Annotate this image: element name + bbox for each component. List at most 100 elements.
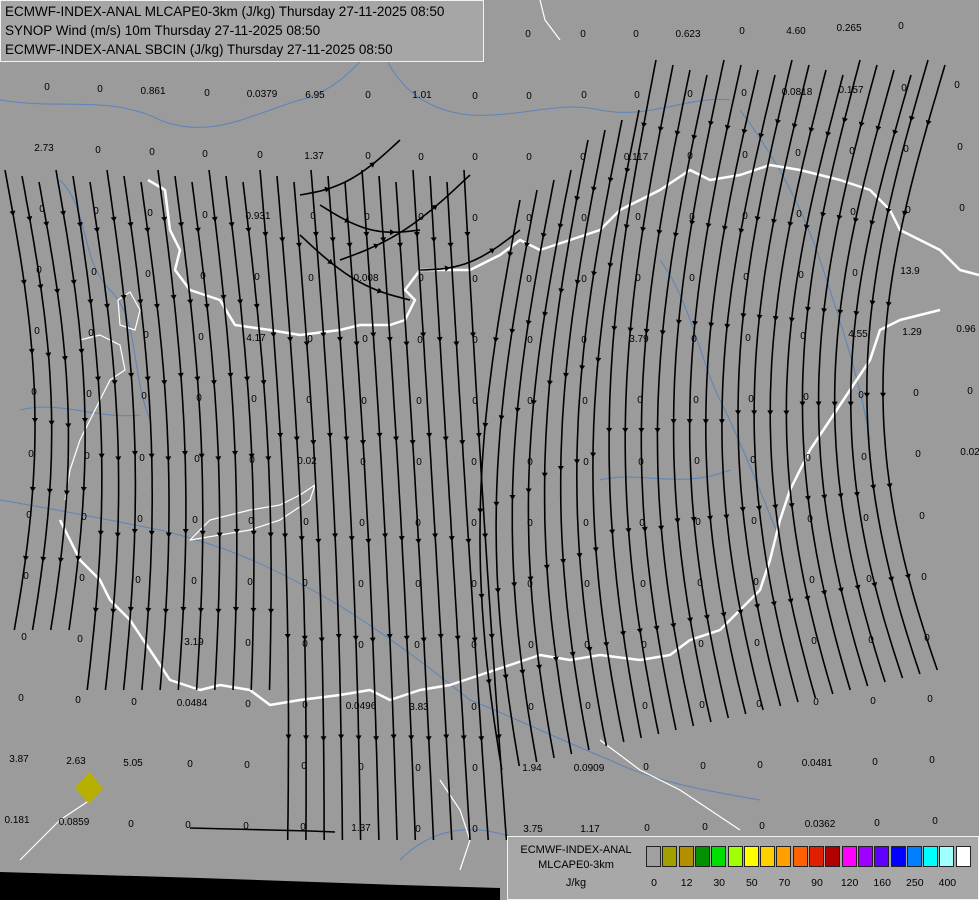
cin-value: 0 [759,821,765,832]
cin-value: 0 [360,457,366,468]
cin-value: 5.05 [123,758,143,769]
cin-value: 0 [527,457,533,468]
cin-value: 0 [84,451,90,462]
cin-value: 0 [147,208,153,219]
cin-value: 0 [803,392,809,403]
cin-value: 0 [927,694,933,705]
cin-value: 0 [581,335,587,346]
cin-value: 0 [302,700,308,711]
cin-value: 0 [302,578,308,589]
cin-value: 0 [638,457,644,468]
cin-value: 0 [248,516,254,527]
cin-value: 0 [308,273,314,284]
cin-value: 0 [642,701,648,712]
legend-swatch [646,846,661,867]
cin-value: 0 [750,455,756,466]
cin-value: 0 [954,80,960,91]
cin-value: 0 [743,272,749,283]
cin-value: 0 [694,456,700,467]
cin-value: 0 [472,824,478,835]
legend-swatch [694,846,710,867]
cin-value: 0 [635,212,641,223]
cin-value: 0 [21,632,27,643]
cin-value: 0 [868,635,874,646]
cin-value: 0 [192,515,198,526]
cin-value: 0 [28,449,34,460]
cin-value: 0 [187,759,193,770]
cin-value: 0 [472,274,478,285]
cin-value: 0 [858,390,864,401]
cin-value: 0 [637,395,643,406]
cin-value: 0 [364,212,370,223]
cin-value: 0 [415,579,421,590]
cin-value: 0 [202,210,208,221]
cin-value: 3.75 [523,824,543,835]
cin-value: 0.861 [140,86,165,97]
cin-value: 0 [79,573,85,584]
cin-value: 0 [583,518,589,529]
cin-value: 0 [245,699,251,710]
cin-value: 0 [905,205,911,216]
cin-value: 0 [580,152,586,163]
cin-value: 0 [580,29,586,40]
cin-value: 0 [585,701,591,712]
cin-value: 0 [204,88,210,99]
cin-value: 0.0496 [346,701,377,712]
cin-value: 0 [805,453,811,464]
cin-value: 0 [872,757,878,768]
cin-value: 0 [584,640,590,651]
cin-value: 0.008 [353,273,378,284]
legend-swatch [874,846,890,867]
cin-value: 0 [583,457,589,468]
cin-value: 0 [415,824,421,835]
cin-value: 0 [416,396,422,407]
cin-value: 0 [202,149,208,160]
legend-swatch [923,846,939,867]
cin-value: 0 [634,90,640,101]
cin-value: 0 [527,396,533,407]
legend-tick: 160 [873,877,891,889]
cin-value: 6.95 [305,90,325,101]
legend-tick: 90 [811,877,823,889]
cin-value: 0 [93,206,99,217]
cin-value: 0 [247,577,253,588]
cin-value: 0 [302,639,308,650]
cin-value: 0.02 [960,447,979,458]
cin-value: 0 [300,822,306,833]
cin-value: 0 [525,29,531,40]
cin-value: 0.0481 [802,758,833,769]
cin-value: 0 [527,518,533,529]
cin-value: 0 [245,638,251,649]
cin-value: 2.73 [34,143,54,154]
cin-value: 0 [527,335,533,346]
cin-value: 0 [257,150,263,161]
cin-value: 0 [697,578,703,589]
cin-value: 0.117 [624,152,649,163]
cin-value: 0 [689,273,695,284]
cin-value: 0 [640,579,646,590]
cin-value: 0 [741,88,747,99]
cin-value: 0 [924,633,930,644]
cin-value: 3.19 [184,637,204,648]
cin-value: 0 [874,818,880,829]
cin-value: 0.181 [4,815,29,826]
cin-value: 0 [639,518,645,529]
legend-tick: 70 [778,877,791,889]
cin-value: 0 [254,272,260,283]
cin-value: 0.0484 [177,698,208,709]
cin-value: 0 [929,755,935,766]
cin-value: 0 [584,579,590,590]
cin-value: 0 [643,762,649,773]
cin-value: 0 [932,816,938,827]
cin-value: 0.02 [297,456,317,467]
cin-value: 0.265 [836,23,861,34]
cin-value: 0 [306,395,312,406]
cin-value: 0.157 [838,85,863,96]
cin-value: 0 [365,151,371,162]
cin-value: 0 [244,760,250,771]
cin-value: 0 [359,518,365,529]
cin-value: 0 [581,213,587,224]
cin-value: 3.87 [9,754,29,765]
cin-value: 0 [742,150,748,161]
cin-value: 0 [699,700,705,711]
